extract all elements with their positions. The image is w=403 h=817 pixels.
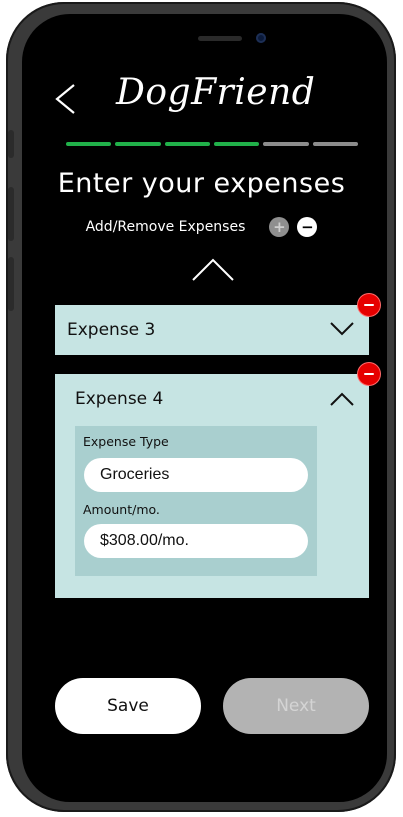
chevron-up-icon[interactable] [329, 391, 355, 407]
amount-label: Amount/mo. [83, 502, 160, 517]
expense-card-label: Expense 4 [75, 389, 164, 409]
save-button[interactable]: Save [55, 678, 201, 734]
add-remove-row: Add/Remove Expenses + − [0, 217, 403, 237]
page-title: Enter your expenses [57, 168, 346, 199]
progress-bar [66, 142, 358, 147]
progress-step-3 [164, 142, 210, 146]
expense-card-3[interactable]: Expense 3 [55, 305, 369, 355]
front-camera [256, 33, 266, 43]
expense-card-label: Expense 3 [67, 320, 156, 340]
minus-circle-icon [364, 372, 374, 376]
add-remove-label: Add/Remove Expenses [85, 219, 246, 235]
expense-form: Expense Type Groceries Amount/mo. $308.0… [75, 426, 317, 576]
expense-type-field[interactable]: Groceries [84, 458, 308, 492]
speaker-grille [198, 36, 242, 41]
amount-field[interactable]: $308.00/mo. [84, 524, 308, 558]
add-expense-button[interactable]: + [269, 217, 290, 237]
chevron-left-icon [55, 84, 75, 114]
app-title: DogFriend [116, 72, 316, 113]
remove-expense-button[interactable]: − [297, 217, 318, 237]
chevron-up-icon [192, 258, 234, 281]
progress-step-4 [213, 142, 260, 146]
expense-type-label: Expense Type [83, 434, 169, 449]
volume-down-button [8, 257, 14, 311]
progress-step-6 [312, 142, 358, 146]
mute-switch [8, 130, 14, 158]
progress-step-1 [66, 142, 112, 146]
chevron-down-icon[interactable] [329, 321, 355, 337]
remove-expense-3-button[interactable] [358, 294, 380, 316]
expense-card-4: Expense 4 Expense Type Groceries Amount/… [55, 374, 369, 598]
next-button[interactable]: Next [223, 678, 369, 734]
collapse-all-button[interactable] [190, 256, 236, 286]
remove-expense-4-button[interactable] [358, 363, 380, 385]
back-button[interactable] [52, 82, 82, 116]
progress-step-2 [115, 142, 161, 146]
minus-circle-icon [364, 303, 374, 307]
progress-step-5 [263, 142, 309, 146]
